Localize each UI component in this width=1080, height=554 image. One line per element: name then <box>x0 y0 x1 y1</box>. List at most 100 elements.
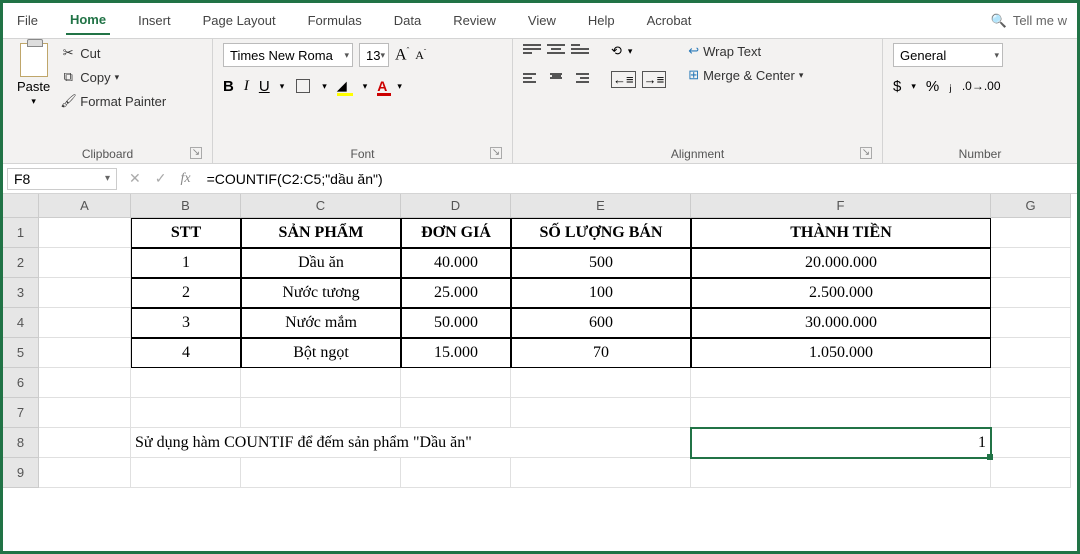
chevron-down-icon[interactable]: ▾ <box>397 81 402 92</box>
cell[interactable] <box>241 368 401 398</box>
cell[interactable]: 25.000 <box>401 278 511 308</box>
chevron-down-icon[interactable]: ▾ <box>31 96 36 107</box>
currency-button[interactable]: $ <box>893 78 901 95</box>
align-top-button[interactable] <box>523 44 541 58</box>
cell[interactable]: 4 <box>131 338 241 368</box>
merge-center-button[interactable]: ⊞ Merge & Center ▾ <box>688 67 803 83</box>
cell[interactable] <box>691 458 991 488</box>
cell[interactable] <box>991 248 1071 278</box>
tab-formulas[interactable]: Formulas <box>304 7 366 34</box>
row-header-3[interactable]: 3 <box>3 278 39 308</box>
cell[interactable]: 500 <box>511 248 691 278</box>
cell[interactable]: Nước mắm <box>241 308 401 338</box>
cell[interactable] <box>991 278 1071 308</box>
chevron-down-icon[interactable]: ▾ <box>628 46 633 57</box>
cell[interactable]: 50.000 <box>401 308 511 338</box>
accept-formula-icon[interactable]: ✓ <box>155 170 167 187</box>
borders-button[interactable] <box>294 77 312 95</box>
cell[interactable] <box>39 398 131 428</box>
col-header-e[interactable]: E <box>511 194 691 218</box>
italic-button[interactable]: I <box>244 78 249 95</box>
cell[interactable]: 2 <box>131 278 241 308</box>
chevron-down-icon[interactable]: ▾ <box>115 72 120 83</box>
cell[interactable]: SỐ LƯỢNG BÁN <box>511 218 691 248</box>
tab-home[interactable]: Home <box>66 6 110 35</box>
col-header-d[interactable]: D <box>401 194 511 218</box>
shrink-font-button[interactable]: Aˇ <box>415 48 426 63</box>
font-name-dropdown[interactable]: Times New Roma <box>223 43 353 67</box>
chevron-down-icon[interactable]: ▾ <box>911 81 916 92</box>
cell[interactable]: 600 <box>511 308 691 338</box>
active-cell[interactable]: 1 <box>691 428 991 458</box>
cell[interactable] <box>131 458 241 488</box>
cut-button[interactable]: ✂ Cut <box>60 45 166 61</box>
align-middle-button[interactable] <box>547 44 565 58</box>
tab-insert[interactable]: Insert <box>134 7 175 34</box>
format-painter-button[interactable]: 🖌 Format Painter <box>60 93 166 109</box>
cell[interactable]: 40.000 <box>401 248 511 278</box>
increase-decimal-button[interactable]: .0→.00 <box>962 79 1001 93</box>
cell[interactable]: 20.000.000 <box>691 248 991 278</box>
col-header-g[interactable]: G <box>991 194 1071 218</box>
cell[interactable] <box>241 398 401 428</box>
cell[interactable] <box>991 428 1071 458</box>
cell[interactable] <box>241 458 401 488</box>
cell[interactable] <box>401 368 511 398</box>
cell[interactable]: SẢN PHẨM <box>241 218 401 248</box>
copy-button[interactable]: ⧉ Copy ▾ <box>60 69 166 85</box>
col-header-a[interactable]: A <box>39 194 131 218</box>
row-header-1[interactable]: 1 <box>3 218 39 248</box>
select-all-corner[interactable] <box>3 194 39 218</box>
tab-file[interactable]: File <box>13 7 42 34</box>
cell[interactable] <box>39 308 131 338</box>
cell[interactable] <box>131 368 241 398</box>
col-header-b[interactable]: B <box>131 194 241 218</box>
cell[interactable] <box>131 398 241 428</box>
cell[interactable] <box>991 368 1071 398</box>
chevron-down-icon[interactable]: ▾ <box>280 81 285 92</box>
cell[interactable]: THÀNH TIỀN <box>691 218 991 248</box>
cell[interactable]: 15.000 <box>401 338 511 368</box>
decrease-indent-button[interactable]: ←≡ <box>611 71 636 88</box>
cell[interactable]: Sử dụng hàm COUNTIF để đếm sản phẩm "Dầu… <box>131 428 691 458</box>
name-box[interactable]: F8 <box>7 168 117 190</box>
cell[interactable] <box>401 458 511 488</box>
col-header-c[interactable]: C <box>241 194 401 218</box>
cell[interactable]: STT <box>131 218 241 248</box>
cell[interactable] <box>991 308 1071 338</box>
cell[interactable]: 3 <box>131 308 241 338</box>
cell[interactable] <box>511 368 691 398</box>
number-format-dropdown[interactable]: General <box>893 43 1003 67</box>
cell[interactable] <box>39 428 131 458</box>
paste-button[interactable]: Paste ▾ <box>13 43 54 107</box>
chevron-down-icon[interactable]: ▾ <box>322 81 327 92</box>
formula-input[interactable]: =COUNTIF(C2:C5;"dầu ăn") <box>201 169 1077 189</box>
cell[interactable] <box>991 458 1071 488</box>
cell[interactable] <box>991 218 1071 248</box>
col-header-f[interactable]: F <box>691 194 991 218</box>
bold-button[interactable]: B <box>223 78 234 95</box>
font-color-button[interactable]: A <box>377 78 387 94</box>
cell[interactable] <box>511 458 691 488</box>
cancel-formula-icon[interactable]: ✕ <box>129 170 141 187</box>
cell[interactable]: 1.050.000 <box>691 338 991 368</box>
cell[interactable] <box>39 368 131 398</box>
dialog-launcher-icon[interactable]: ↘ <box>490 147 502 159</box>
tab-acrobat[interactable]: Acrobat <box>643 7 696 34</box>
cell[interactable]: 2.500.000 <box>691 278 991 308</box>
font-size-dropdown[interactable]: 13 <box>359 43 389 67</box>
cell[interactable]: 100 <box>511 278 691 308</box>
increase-indent-button[interactable]: →≡ <box>642 71 667 88</box>
align-bottom-button[interactable] <box>571 44 589 58</box>
chevron-down-icon[interactable]: ▾ <box>799 70 804 81</box>
cell[interactable] <box>39 278 131 308</box>
cell[interactable]: Bột ngọt <box>241 338 401 368</box>
cell[interactable] <box>991 338 1071 368</box>
row-header-7[interactable]: 7 <box>3 398 39 428</box>
cell[interactable] <box>39 248 131 278</box>
cell[interactable]: Nước tương <box>241 278 401 308</box>
orientation-button[interactable]: ⟲ <box>611 43 622 59</box>
chevron-down-icon[interactable]: ▾ <box>363 81 368 92</box>
row-header-5[interactable]: 5 <box>3 338 39 368</box>
tab-review[interactable]: Review <box>449 7 500 34</box>
